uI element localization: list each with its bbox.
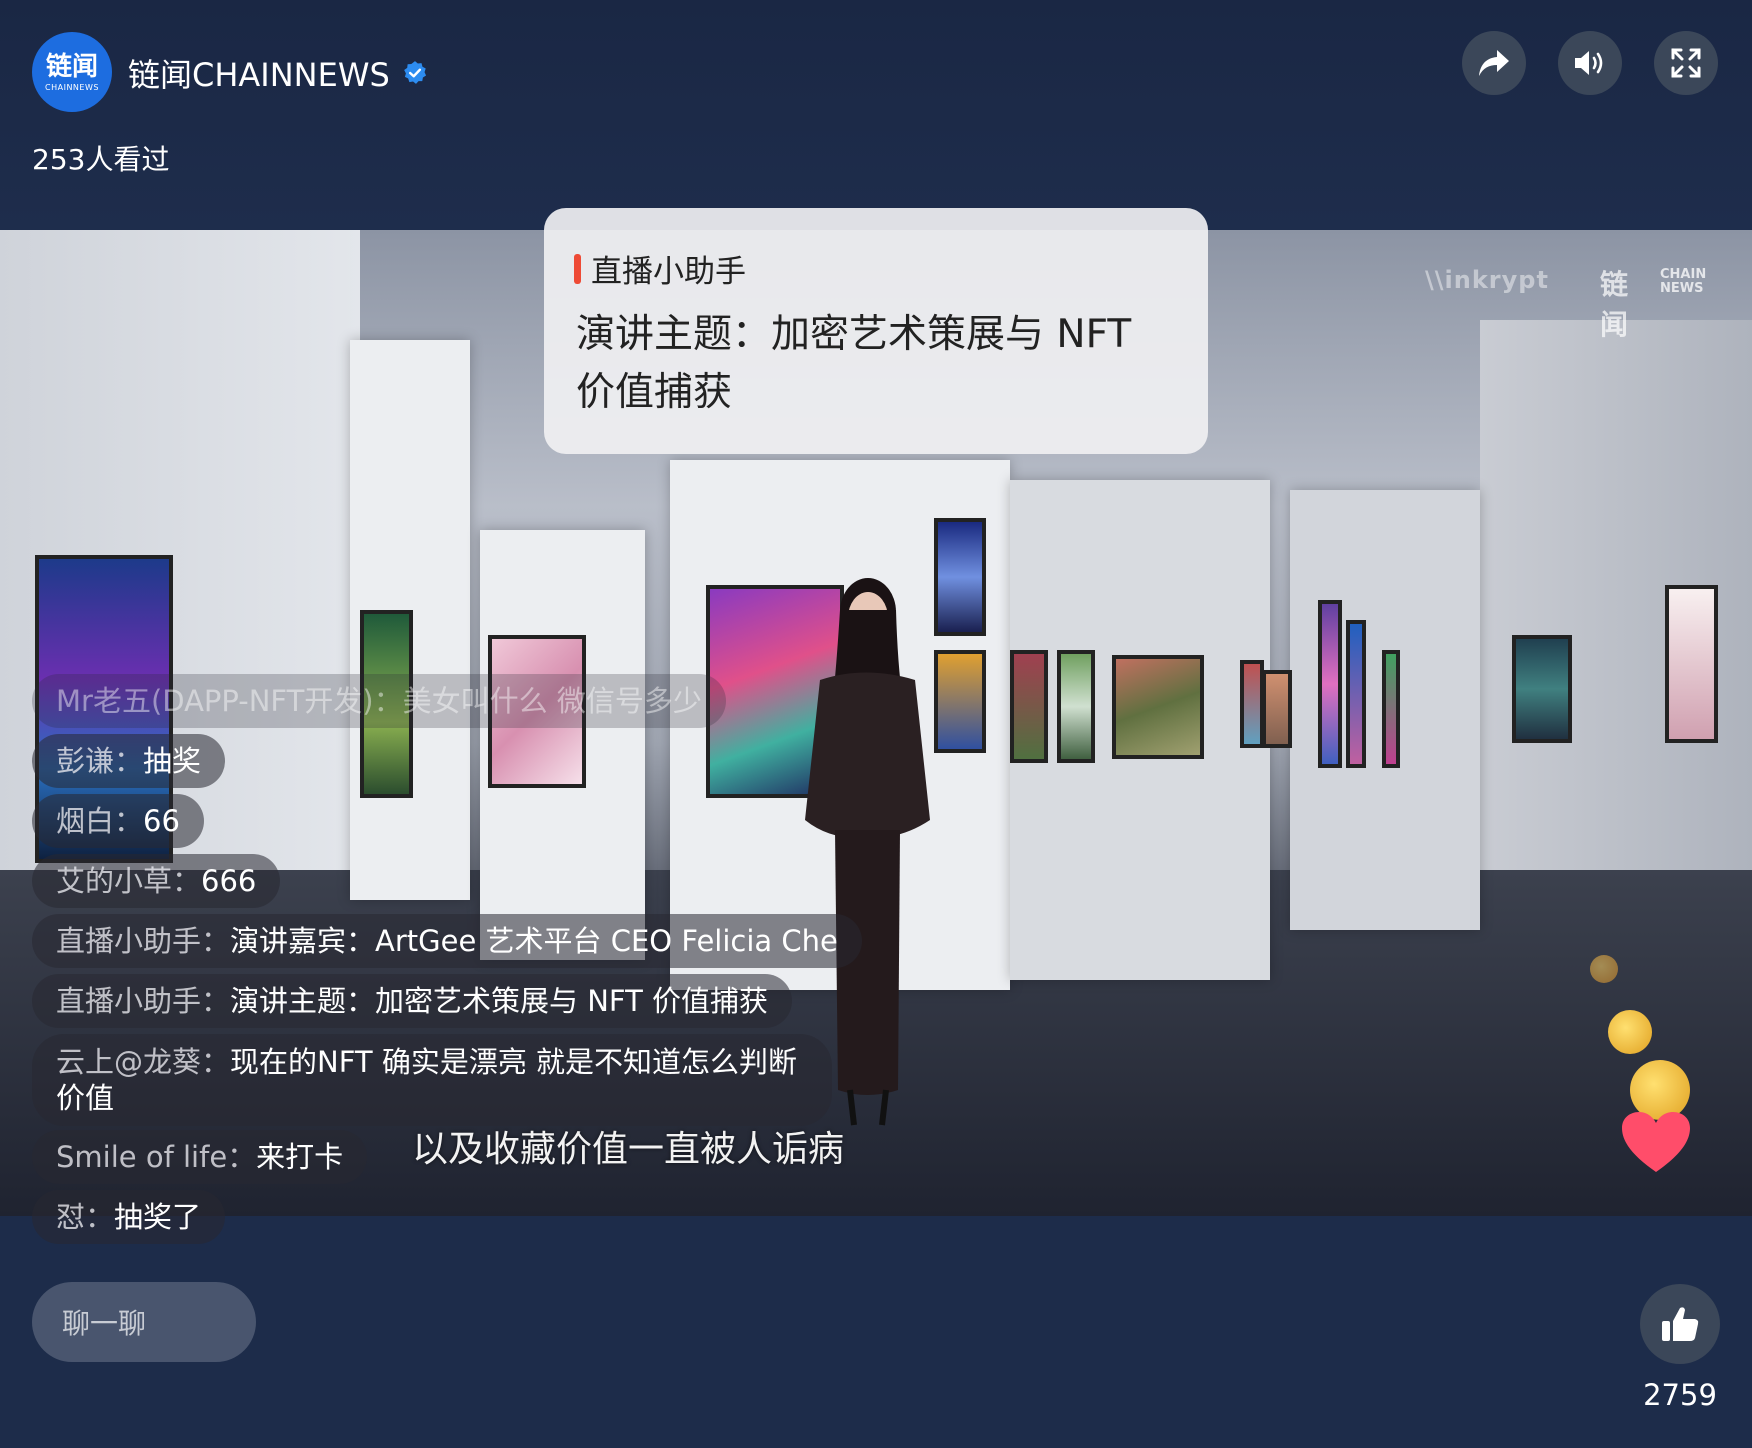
- volume-button[interactable]: [1558, 31, 1622, 95]
- watermark-partner: \\inkrypt: [1425, 266, 1549, 294]
- chat-message[interactable]: 艾的小草：666: [32, 854, 281, 908]
- chat-message[interactable]: 直播小助手：演讲嘉宾：ArtGee 艺术平台 CEO Felicia Che: [32, 914, 862, 968]
- painting: [1512, 635, 1572, 743]
- chat-user: 怼：: [56, 1200, 115, 1234]
- watermark-sub-line-1: CHAIN: [1660, 267, 1707, 282]
- channel-name-row[interactable]: 链闻CHAINNEWS: [128, 50, 428, 96]
- painting: [1346, 620, 1366, 768]
- share-button[interactable]: [1462, 31, 1526, 95]
- chat-user: 云上@龙葵：: [56, 1045, 231, 1079]
- watermark-sub: CHAIN NEWS: [1660, 268, 1706, 296]
- chat-user: Smile of life：: [56, 1140, 257, 1174]
- emoji-reaction-icon: [1590, 955, 1618, 983]
- chat-message[interactable]: Mr老五(DAPP-NFT开发)：美女叫什么 微信号多少: [32, 674, 726, 728]
- chat-message[interactable]: 怼：抽奖了: [32, 1190, 226, 1244]
- painting: [1057, 650, 1095, 763]
- chat-text: 演讲嘉宾：ArtGee 艺术平台 CEO Felicia Che: [230, 924, 838, 958]
- avatar-logo-sub: CHAINNEWS: [45, 82, 99, 92]
- share-icon: [1479, 50, 1509, 76]
- chat-user: 直播小助手：: [56, 984, 231, 1018]
- chat-text: 66: [143, 804, 180, 838]
- chat-text: 美女叫什么 微信号多少: [402, 684, 702, 718]
- painting: [1240, 660, 1264, 748]
- watermark-logo: 链闻: [1600, 268, 1630, 341]
- assistant-tag-label: 直播小助手: [591, 254, 746, 290]
- chat-text: 666: [201, 864, 257, 898]
- fullscreen-icon: [1671, 48, 1701, 78]
- chat-user: 艾的小草：: [56, 864, 202, 898]
- chat-user: 直播小助手：: [56, 924, 231, 958]
- like-button[interactable]: [1640, 1284, 1720, 1364]
- avatar-logo-text: 链闻: [45, 51, 98, 82]
- chat-message[interactable]: 云上@龙葵：现在的NFT 确实是漂亮 就是不知道怎么判断价值: [32, 1034, 832, 1126]
- video-subtitle-text: 以及收藏价值一直被人诟病: [411, 1129, 844, 1170]
- assistant-pinned-card[interactable]: 直播小助手 演讲主题：加密艺术策展与 NFT 价值捕获: [544, 208, 1208, 454]
- view-count: 253人看过: [32, 143, 170, 176]
- chat-text: 抽奖了: [114, 1200, 202, 1234]
- painting: [1318, 600, 1342, 768]
- watermark-text: \\inkrypt 链闻: [1425, 265, 1628, 341]
- chat-input[interactable]: 聊一聊: [32, 1282, 256, 1362]
- verified-icon: [403, 61, 426, 84]
- chat-text: 演讲主题：加密艺术策展与 NFT 价值捕获: [230, 984, 769, 1018]
- chat-text: 来打卡: [256, 1140, 344, 1174]
- channel-avatar[interactable]: 链闻 CHAINNEWS: [32, 32, 112, 112]
- channel-name: 链闻CHAINNEWS: [128, 56, 390, 94]
- chat-message[interactable]: 彭谦：抽奖: [32, 734, 226, 788]
- painting: [1112, 655, 1204, 759]
- painting: [1010, 650, 1048, 763]
- chat-user: 烟白：: [56, 804, 144, 838]
- chat-message[interactable]: Smile of life：来打卡: [32, 1130, 368, 1184]
- chat-message[interactable]: 烟白：66: [32, 794, 204, 848]
- assistant-tag: 直播小助手: [574, 246, 746, 291]
- chat-user: Mr老五(DAPP-NFT开发)：: [56, 684, 403, 718]
- thumbs-up-icon: [1662, 1307, 1699, 1341]
- painting: [1665, 585, 1718, 743]
- like-count: 2759: [1643, 1378, 1717, 1412]
- assistant-message: 演讲主题：加密艺术策展与 NFT 价值捕获: [576, 312, 1132, 415]
- fullscreen-button[interactable]: [1654, 31, 1718, 95]
- tag-accent-bar: [574, 253, 581, 284]
- watermark-sub-line-2: NEWS: [1660, 281, 1704, 296]
- volume-icon: [1575, 51, 1603, 75]
- chat-user: 彭谦：: [56, 744, 144, 778]
- painting: [1262, 670, 1292, 748]
- painting: [1382, 650, 1400, 768]
- chat-message[interactable]: 直播小助手：演讲主题：加密艺术策展与 NFT 价值捕获: [32, 974, 793, 1028]
- emoji-reaction-icon: [1608, 1010, 1652, 1054]
- chat-text: 抽奖: [143, 744, 202, 778]
